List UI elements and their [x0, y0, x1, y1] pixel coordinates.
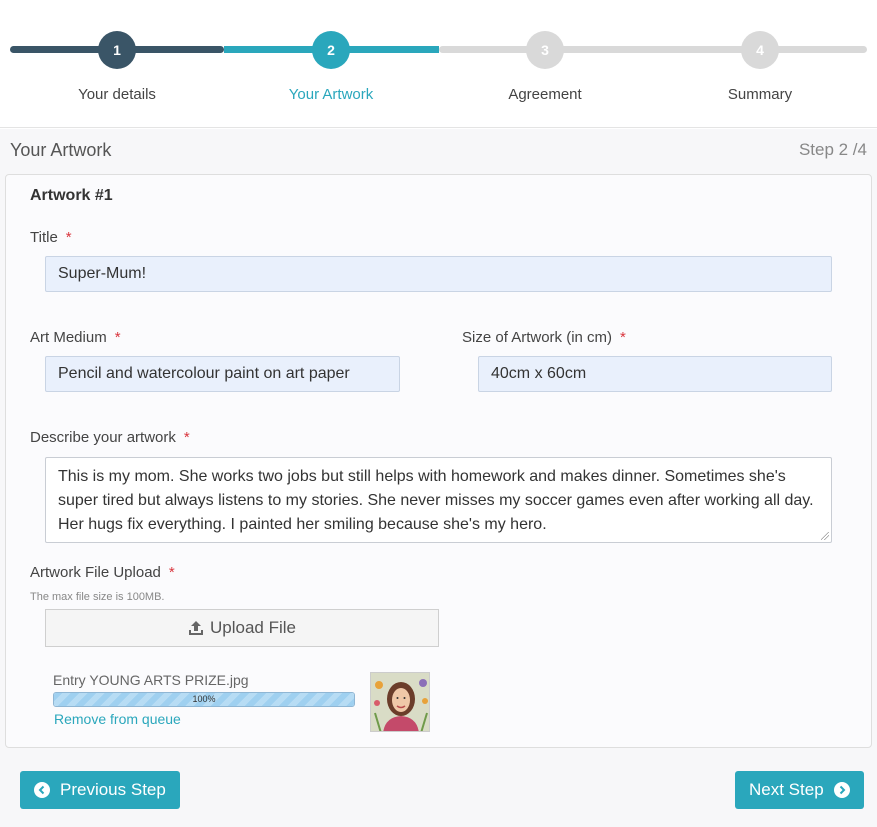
step-indicator: Step 2 /4: [798, 140, 867, 159]
size-label: Size of Artwork (in cm) *: [462, 329, 626, 346]
step-1-label[interactable]: Your details: [17, 86, 217, 103]
previous-step-label: Previous Step: [60, 780, 166, 799]
artwork-card: Artwork #1 Title * Super-Mum! Art Medium *…: [5, 174, 872, 748]
required-marker: *: [65, 229, 72, 246]
artwork-section: Your Artwork Step 2 /4 Artwork #1 Title *…: [0, 129, 877, 827]
upload-label-text: Artwork File Upload: [30, 564, 161, 581]
description-textarea[interactable]: This is my mom. She works two jobs but s…: [45, 457, 832, 543]
upload-progress-bar: 100%: [53, 692, 355, 707]
stepper-track-pending: [439, 46, 867, 53]
progress-stepper: 1 2 3 4 Your details Your Artwork Agreem…: [0, 0, 877, 128]
remove-from-queue-link[interactable]: Remove from queue: [54, 711, 181, 727]
artwork-thumbnail: [370, 672, 430, 732]
portrait-thumbnail-image: [371, 673, 429, 731]
step-2-label[interactable]: Your Artwork: [231, 86, 431, 103]
previous-step-button[interactable]: Previous Step: [20, 771, 180, 809]
required-marker: *: [168, 564, 175, 581]
upload-label: Artwork File Upload *: [30, 564, 175, 581]
upload-button-label: Upload File: [210, 618, 296, 637]
step-4-label: Summary: [727, 86, 793, 103]
step-4-dot: 4: [741, 31, 779, 69]
step-1-dot[interactable]: 1: [98, 31, 136, 69]
step-3-label: Agreement: [508, 86, 582, 103]
title-label: Title *: [30, 229, 72, 246]
resize-handle-icon[interactable]: [821, 532, 829, 540]
title-label-text: Title: [30, 229, 58, 246]
required-marker: *: [114, 329, 121, 346]
upload-file-button[interactable]: Upload File: [45, 609, 439, 647]
upload-hint: The max file size is 100MB.: [30, 591, 165, 603]
file-name: Entry YOUNG ARTS PRIZE.jpg: [53, 672, 249, 688]
description-text: This is my mom. She works two jobs but s…: [58, 468, 814, 533]
size-input-value: 40cm x 60cm: [491, 365, 587, 382]
title-input-value: Super-Mum!: [58, 265, 147, 282]
size-input[interactable]: 40cm x 60cm: [478, 356, 832, 392]
description-label-text: Describe your artwork: [30, 429, 176, 446]
step-3-dot: 3: [526, 31, 564, 69]
required-marker: *: [620, 329, 626, 346]
chevron-right-circle-icon: [833, 782, 850, 798]
medium-input[interactable]: Pencil and watercolour paint on art pape…: [45, 356, 400, 392]
next-step-label: Next Step: [749, 780, 824, 799]
required-marker: *: [183, 429, 190, 446]
chevron-left-circle-icon: [34, 782, 50, 798]
medium-label: Art Medium *: [30, 329, 121, 346]
medium-input-value: Pencil and watercolour paint on art pape…: [58, 365, 350, 382]
next-step-button[interactable]: Next Step: [735, 771, 864, 809]
upload-icon: [189, 621, 203, 635]
step-2-dot[interactable]: 2: [312, 31, 350, 69]
upload-progress-text: 100%: [192, 694, 216, 704]
section-title: Your Artwork: [10, 140, 112, 160]
size-label-text: Size of Artwork (in cm): [462, 329, 613, 346]
description-label: Describe your artwork *: [30, 429, 190, 446]
artwork-heading: Artwork #1: [30, 187, 113, 204]
medium-label-text: Art Medium: [30, 329, 107, 346]
title-input[interactable]: Super-Mum!: [45, 256, 832, 292]
